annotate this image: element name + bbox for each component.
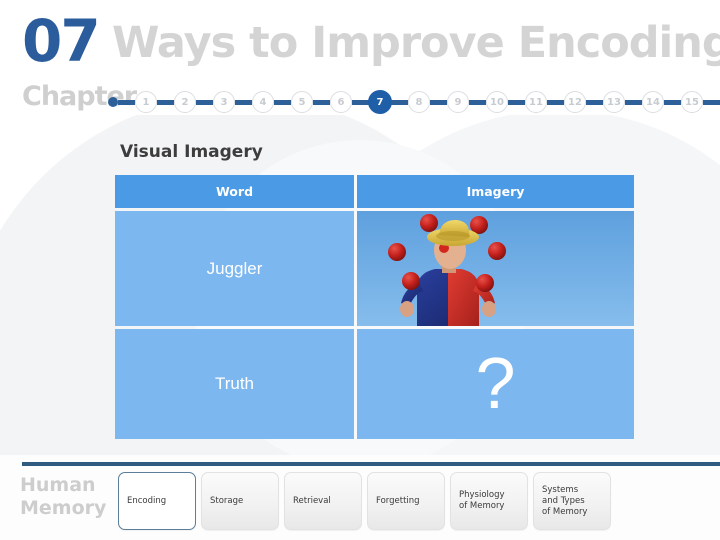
timeline-node-3[interactable]: 3 [213, 91, 235, 113]
timeline-node-5[interactable]: 5 [291, 91, 313, 113]
footer-brand-line1: Human [20, 474, 96, 496]
footer-tab-storage[interactable]: Storage [201, 472, 279, 530]
timeline-node-10[interactable]: 10 [486, 91, 508, 113]
timeline-node-7[interactable]: 7 [369, 91, 391, 113]
timeline-segment [469, 99, 486, 105]
slide-title: Visual Imagery [120, 142, 263, 162]
timeline-segment [157, 99, 174, 105]
timeline-segment [703, 99, 720, 105]
timeline-segment [118, 99, 135, 105]
footer-tab-label: Forgetting [376, 495, 420, 506]
footer-divider [22, 462, 720, 466]
question-mark: ? [475, 344, 516, 424]
timeline-node-13[interactable]: 13 [603, 91, 625, 113]
timeline-segment [508, 99, 525, 105]
column-header-word: Word [115, 175, 354, 208]
timeline-segment [391, 99, 408, 105]
timeline-segment [625, 99, 642, 105]
timeline-node-4[interactable]: 4 [252, 91, 274, 113]
cell-word-juggler: Juggler [115, 211, 354, 326]
visual-imagery-table: Word Imagery Juggler Truth ? [115, 175, 634, 442]
timeline-segment [547, 99, 564, 105]
word-value: Juggler [206, 258, 263, 278]
timeline-node-1[interactable]: 1 [135, 91, 157, 113]
timeline-start-dot [108, 97, 118, 107]
timeline-node-11[interactable]: 11 [525, 91, 547, 113]
timeline-segment [586, 99, 603, 105]
footer-tab-label: Encoding [127, 495, 167, 506]
timeline-segment [235, 99, 252, 105]
page-title: Ways to Improve Encoding [112, 18, 720, 68]
cell-imagery-truth: ? [357, 329, 634, 439]
table-row: Truth ? [115, 329, 634, 439]
timeline-node-15[interactable]: 15 [681, 91, 703, 113]
footer-tab-systems-and-types-of-memory[interactable]: Systems and Types of Memory [533, 472, 611, 530]
column-header-imagery-label: Imagery [466, 184, 525, 199]
footer-tab-forgetting[interactable]: Forgetting [367, 472, 445, 530]
footer-tab-label: Systems and Types of Memory [542, 484, 588, 517]
footer-tab-encoding[interactable]: Encoding [118, 472, 196, 530]
timeline-node-6[interactable]: 6 [330, 91, 352, 113]
timeline-segment [274, 99, 291, 105]
footer-brand-line2: Memory [20, 497, 107, 519]
footer-tab-label: Physiology of Memory [459, 490, 505, 511]
timeline-segment [352, 99, 369, 105]
timeline-node-8[interactable]: 8 [408, 91, 430, 113]
footer-tab-physiology-of-memory[interactable]: Physiology of Memory [450, 472, 528, 530]
cell-word-truth: Truth [115, 329, 354, 439]
juggler-photo [357, 211, 634, 326]
table-row: Juggler [115, 211, 634, 326]
footer-tab-retrieval[interactable]: Retrieval [284, 472, 362, 530]
word-value: Truth [214, 374, 255, 393]
column-header-imagery: Imagery [357, 175, 634, 208]
timeline-segment [664, 99, 681, 105]
chapter-number: 07 [22, 7, 101, 75]
timeline-node-14[interactable]: 14 [642, 91, 664, 113]
cell-imagery-juggler [357, 211, 634, 326]
column-header-word-label: Word [215, 184, 254, 199]
table-header-row: Word Imagery [115, 175, 634, 208]
footer-tabs[interactable]: Encoding Storage Retrieval Forgetting Physio… [118, 472, 718, 534]
timeline-node-9[interactable]: 9 [447, 91, 469, 113]
footer-tab-label: Retrieval [293, 495, 331, 506]
timeline-segment [430, 99, 447, 105]
footer-brand: Human Memory [20, 474, 106, 520]
footer-tab-label: Storage [210, 495, 244, 506]
timeline-node-2[interactable]: 2 [174, 91, 196, 113]
chapter-timeline[interactable]: 1 2 3 4 5 6 7 8 9 10 11 12 13 14 15 [108, 88, 720, 116]
timeline-segment [313, 99, 330, 105]
timeline-segment [196, 99, 213, 105]
timeline-node-12[interactable]: 12 [564, 91, 586, 113]
